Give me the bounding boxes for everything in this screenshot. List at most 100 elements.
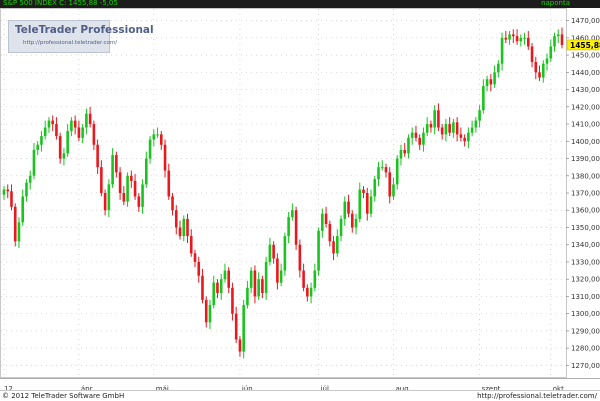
candle-body [268,244,272,262]
candle-body [186,218,189,237]
candle-body [317,230,320,271]
candle-body [208,305,212,323]
candle-body [118,172,122,193]
candle-body [152,134,156,140]
candle-body [489,79,493,85]
candle-body [321,213,324,231]
candle-body [47,120,51,128]
candle-body [306,287,309,297]
y-tick-label: 1450,00 [571,52,600,60]
candle-body [216,282,219,293]
candle-body [399,149,403,159]
logo-name: TeleTrader Professional [15,24,154,36]
candle-body [283,236,287,271]
candle-body [440,127,444,135]
symbol-quote-text: S&P 500 INDEX C: 1455,88 -5,05 [3,0,118,7]
candle-body [523,37,526,39]
candle-body [264,261,268,293]
candle-body [350,213,354,228]
candle-body [25,182,28,197]
candle-body [455,122,459,135]
candle-body [242,305,245,352]
candle-body [287,217,290,237]
candle-body [459,134,463,138]
candle-body [249,270,253,288]
candlestick-chart[interactable]: 1270,00 1280,00 1290,00 1300,00 1310,00 1320,… [0,8,600,378]
candle-body [85,113,88,128]
candle-body [126,175,129,202]
candle-body [58,136,62,159]
candle-body [279,270,283,283]
candle-body [197,261,201,276]
candle-body [43,127,47,137]
candle-body [32,149,36,176]
candle-body [174,210,178,228]
candle-body [332,241,335,254]
candle-body [452,122,455,133]
candle-body [519,37,523,42]
candle-body [512,34,515,37]
candle-body [437,110,440,128]
y-tick-label: 1290,00 [571,327,600,335]
y-tick-label: 1360,00 [571,207,600,215]
candle-body [231,287,234,314]
candle-body [2,189,6,195]
teletrader-logo: TeleTrader Professional http://professio… [8,20,154,53]
candle-body [70,120,73,131]
candle-body [73,120,77,128]
y-tick-label: 1470,00 [571,17,600,25]
candle-body [433,110,436,128]
candle-body [298,244,302,271]
y-tick-label: 1310,00 [571,293,600,301]
y-tick-label: 1370,00 [571,190,600,198]
candle-body [414,132,418,138]
y-tick-label: 1320,00 [571,276,600,284]
candle-body [354,218,358,228]
candle-body [429,124,433,128]
candle-body [470,127,474,133]
candle-body [253,270,257,297]
candle-body [365,193,369,214]
period-label[interactable]: naponta [541,0,570,8]
candle-body [62,153,66,159]
candle-body [141,184,144,207]
candle-body [36,144,40,150]
candle-body [418,137,421,145]
candle-body [444,124,448,135]
candle-body [392,184,395,197]
candle-body [339,218,343,237]
candle-body [276,258,279,283]
candle-body [530,46,534,62]
candle-body [66,130,69,154]
candle-body [485,79,489,87]
candle-body [425,124,429,133]
candle-body [422,132,425,145]
candle-body [515,36,519,42]
candle-body [560,34,564,45]
candle-body [395,158,399,185]
y-tick-label: 1440,00 [571,69,600,77]
candle-body [336,236,339,254]
y-tick-label: 1270,00 [571,362,600,370]
candle-body [227,270,230,288]
candle-body [10,191,13,207]
candle-body [538,72,541,78]
chart-area[interactable]: 1270,00 1280,00 1290,00 1300,00 1310,00 1320,… [0,8,600,378]
candle-body [373,179,377,197]
y-tick-label: 1410,00 [571,121,600,129]
candle-body [77,127,81,138]
y-tick-label: 1330,00 [571,258,600,266]
candle-body [88,113,92,125]
y-tick-label: 1390,00 [571,155,600,163]
candle-body [545,58,549,64]
candle-body [448,124,451,133]
candle-body [497,63,500,73]
candle-body [115,155,118,173]
candle-body [107,184,111,211]
candle-body [204,299,208,323]
candle-body [96,144,99,168]
candle-body [493,72,496,85]
candle-body [504,37,508,40]
candle-body [388,172,392,197]
candle-body [526,37,530,47]
